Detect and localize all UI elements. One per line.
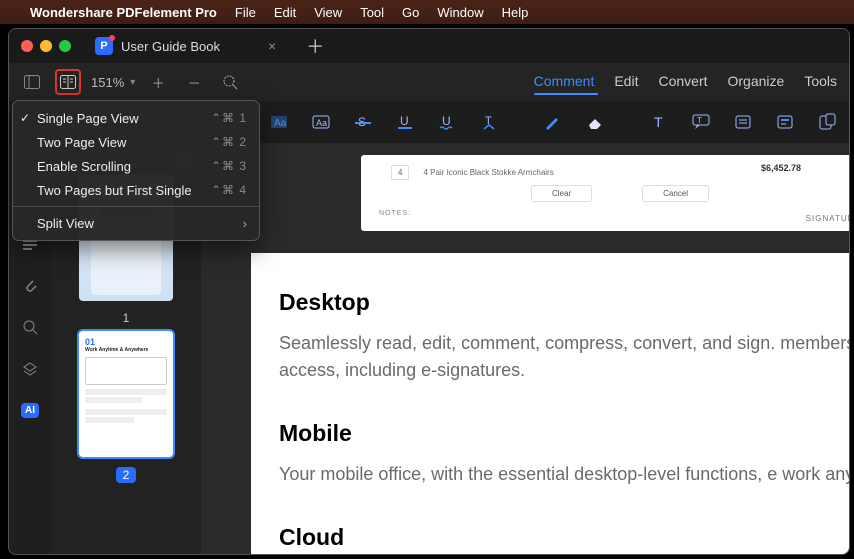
mode-edit[interactable]: Edit: [614, 73, 638, 89]
menu-help[interactable]: Help: [502, 5, 529, 20]
menu-single-page-view[interactable]: ✓ Single Page View ⌃⌘ 1: [13, 106, 259, 130]
caret-insert-tool[interactable]: T: [479, 110, 499, 134]
ai-button[interactable]: AI: [21, 403, 39, 418]
check-icon: ✓: [20, 111, 30, 125]
eraser-tool[interactable]: [585, 110, 605, 134]
close-window-button[interactable]: [21, 40, 33, 52]
signature-label: SIGNATURE:: [806, 214, 849, 223]
menu-item-shortcut: ⌃⌘ 1: [211, 111, 247, 125]
attachments-button[interactable]: [23, 277, 37, 293]
fit-page-button[interactable]: [217, 69, 243, 95]
pencil-tool[interactable]: [543, 110, 563, 134]
mac-menubar: Wondershare PDFelement Pro File Edit Vie…: [0, 0, 854, 24]
heading-cloud: Cloud: [279, 524, 849, 551]
mode-tools[interactable]: Tools: [804, 73, 837, 89]
menu-two-page-view[interactable]: Two Page View ⌃⌘ 2: [13, 130, 259, 154]
search-button[interactable]: [22, 319, 38, 335]
page-view-mode-button[interactable]: [55, 69, 81, 95]
menu-item-label: Two Page View: [37, 135, 126, 150]
strikethrough-tool[interactable]: S: [353, 110, 373, 134]
zoom-out-button[interactable]: －: [181, 69, 207, 95]
fit-icon: [222, 74, 238, 90]
document-tab[interactable]: P User Guide Book ×: [83, 29, 288, 63]
menu-two-pages-first-single[interactable]: Two Pages but First Single ⌃⌘ 4: [13, 178, 259, 202]
app-name[interactable]: Wondershare PDFelement Pro: [30, 5, 217, 20]
highlight-text-tool[interactable]: Aa: [269, 110, 289, 134]
menu-item-label: Enable Scrolling: [37, 159, 131, 174]
total-value: $6,452.78: [761, 163, 801, 173]
svg-text:U: U: [400, 114, 409, 128]
sidebar-icon: [24, 75, 40, 89]
window-controls: [9, 40, 83, 52]
menu-split-view[interactable]: Split View ›: [13, 211, 259, 235]
page-1-partial: 4 4 Pair Iconic Black Stokke Armchairs C…: [361, 155, 849, 231]
tab-close-button[interactable]: ×: [268, 38, 276, 54]
thumb2-num: 01: [85, 337, 167, 347]
document-viewport[interactable]: 4 4 Pair Iconic Black Stokke Armchairs C…: [201, 143, 849, 554]
page-number-2: 2: [116, 467, 137, 483]
zoom-in-button[interactable]: ＋: [145, 69, 171, 95]
menu-tool[interactable]: Tool: [360, 5, 384, 20]
zoom-control[interactable]: 151% ▾: [91, 75, 135, 90]
callout-tool[interactable]: T: [691, 110, 711, 134]
clear-button: Clear: [531, 185, 592, 202]
page-view-icon: [60, 75, 76, 89]
page-number-1: 1: [123, 311, 130, 325]
active-indicator: [534, 93, 598, 95]
menu-edit[interactable]: Edit: [274, 5, 296, 20]
underline-tool[interactable]: U: [395, 110, 415, 134]
svg-text:Aa: Aa: [274, 118, 287, 129]
menu-item-label: Split View: [37, 216, 94, 231]
table-row-text: 4 Pair Iconic Black Stokke Armchairs: [423, 168, 553, 177]
mode-organize[interactable]: Organize: [728, 73, 785, 89]
menu-go[interactable]: Go: [402, 5, 419, 20]
page-view-dropdown: ✓ Single Page View ⌃⌘ 1 Two Page View ⌃⌘…: [12, 100, 260, 241]
paragraph-mobile: Your mobile office, with the essential d…: [279, 461, 849, 488]
notes-label: NOTES:: [379, 210, 411, 217]
zoom-value: 151%: [91, 75, 124, 90]
squiggly-underline-tool[interactable]: U: [437, 110, 457, 134]
app-logo-icon: P: [95, 37, 113, 55]
minimize-window-button[interactable]: [40, 40, 52, 52]
tab-bar: P User Guide Book × ＋: [9, 29, 849, 63]
svg-text:T: T: [697, 116, 702, 125]
svg-text:Aa: Aa: [316, 118, 327, 128]
paragraph-desktop: Seamlessly read, edit, comment, compress…: [279, 330, 849, 384]
area-highlight-tool[interactable]: Aa: [311, 110, 331, 134]
textbox-tool[interactable]: T: [649, 110, 669, 134]
page-2: Desktop Seamlessly read, edit, comment, …: [251, 253, 849, 554]
sticky-note-tool[interactable]: [733, 110, 753, 134]
svg-text:T: T: [654, 114, 663, 130]
note-tool[interactable]: [775, 110, 795, 134]
mode-tabs: Comment Edit Convert Organize Tools: [534, 73, 837, 89]
chevron-down-icon: ▾: [130, 77, 135, 88]
heading-mobile: Mobile: [279, 420, 849, 447]
fullscreen-window-button[interactable]: [59, 40, 71, 52]
menu-item-shortcut: ⌃⌘ 3: [211, 159, 247, 173]
sidebar-toggle-button[interactable]: [19, 69, 45, 95]
menu-window[interactable]: Window: [437, 5, 483, 20]
attachment-tool[interactable]: [817, 110, 837, 134]
menu-item-shortcut: ⌃⌘ 2: [211, 135, 247, 149]
menu-item-shortcut: ⌃⌘ 4: [211, 183, 247, 197]
heading-desktop: Desktop: [279, 289, 849, 316]
menu-view[interactable]: View: [314, 5, 342, 20]
menu-item-label: Two Pages but First Single: [37, 183, 192, 198]
menu-enable-scrolling[interactable]: Enable Scrolling ⌃⌘ 3: [13, 154, 259, 178]
new-tab-button[interactable]: ＋: [306, 33, 324, 59]
thumb2-sub: Work Anytime & Anywhere: [85, 347, 167, 353]
chevron-right-icon: ›: [243, 216, 247, 231]
menu-item-label: Single Page View: [37, 111, 139, 126]
mode-comment[interactable]: Comment: [534, 73, 595, 89]
page-thumbnail-2[interactable]: 01 Work Anytime & Anywhere: [79, 331, 173, 457]
tab-title: User Guide Book: [121, 39, 220, 54]
mode-convert[interactable]: Convert: [658, 73, 707, 89]
menu-separator: [13, 206, 259, 207]
layers-button[interactable]: [22, 361, 38, 377]
svg-text:U: U: [442, 114, 451, 128]
cancel-button: Cancel: [642, 185, 709, 202]
menu-file[interactable]: File: [235, 5, 256, 20]
